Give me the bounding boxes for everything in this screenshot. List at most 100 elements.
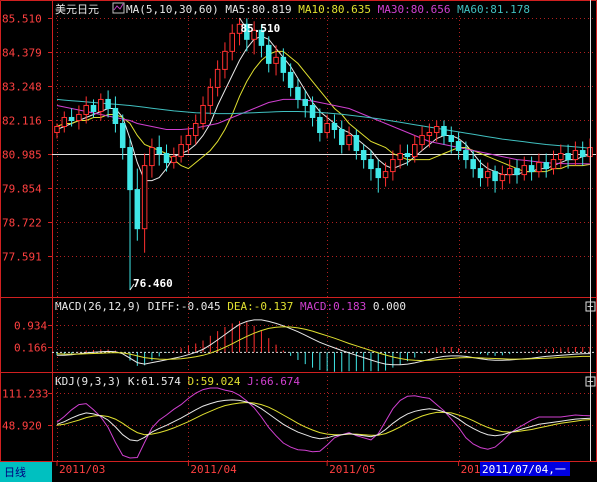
candle-body-up <box>550 159 557 170</box>
candle-body-up <box>54 125 60 134</box>
legend-item: 0.000 <box>366 300 406 313</box>
kdj-y-tick-label: 48.920 <box>2 420 42 433</box>
candle-body-up <box>185 135 192 146</box>
candle-body-up <box>397 153 403 161</box>
candle-body-down <box>134 189 141 230</box>
kdj-header: KDJ(9,3,3) K:61.574 D:59.024 J:66.674 <box>55 375 300 388</box>
candle-body-down <box>68 116 75 121</box>
candle-body-down <box>112 107 119 124</box>
candle-body-up <box>324 122 330 134</box>
candle-body-up <box>412 144 418 158</box>
candle-body-down <box>317 116 323 134</box>
macd-y-tick-label: 0.934 <box>14 320 47 333</box>
price-y-tick-label: 82.116 <box>2 115 42 128</box>
candle-body-down <box>90 104 97 112</box>
candle-body-up <box>273 56 279 64</box>
candle-body-up <box>76 113 82 121</box>
price-y-tick-label: 80.985 <box>2 149 42 162</box>
kdj-legend: KDJ(9,3,3) K:61.574 D:59.024 J:66.674 <box>55 375 300 388</box>
candle-body-down <box>368 159 374 170</box>
candle-body-up <box>83 104 89 115</box>
candle-body-down <box>163 153 170 164</box>
candle-body-up <box>426 132 433 137</box>
candle-body-up <box>485 171 491 179</box>
candle-body-up <box>419 135 425 146</box>
candle-body-down <box>528 165 535 173</box>
candle-body-down <box>565 153 571 161</box>
candle-body-down <box>287 71 294 88</box>
candle-body-down <box>514 168 520 176</box>
candle-body-down <box>470 159 476 170</box>
candle-body-up <box>149 147 155 167</box>
legend-item: DIFF:-0.045 <box>141 300 220 313</box>
macd-legend: MACD(26,12,9) DIFF:-0.045 DEA:-0.137 MAC… <box>55 300 406 313</box>
candle-body-down <box>119 122 126 149</box>
cursor-date-label: 2011/07/04,一 <box>482 463 566 476</box>
price-y-tick-label: 78.722 <box>2 217 42 230</box>
candle-body-up <box>171 156 177 164</box>
kdj-y-tick-label: 111.233 <box>2 388 48 401</box>
legend-item: MA10:80.635 <box>292 3 371 16</box>
candle-body-up <box>229 32 235 52</box>
candle-body-up <box>499 174 506 182</box>
candle-body-up <box>390 159 396 173</box>
candle-body-down <box>331 122 338 131</box>
price-y-tick-label: 85.510 <box>2 13 42 26</box>
legend-item: MA5:80.819 <box>219 3 292 16</box>
candle-body-up <box>433 125 440 134</box>
candle-body-down <box>265 44 272 64</box>
legend-item: J:66.674 <box>240 375 300 388</box>
macd-header: MACD(26,12,9) DIFF:-0.045 DEA:-0.137 MAC… <box>55 300 406 313</box>
legend-item: MA60:81.178 <box>451 3 530 16</box>
chart-background <box>0 0 597 482</box>
candle-body-up <box>506 168 513 176</box>
forex-chart[interactable]: 美元日元 MA(5,10,30,60) MA5:80.819 MA10:80.6… <box>0 0 597 482</box>
ma-legend: MA(5,10,30,60) MA5:80.819 MA10:80.635 MA… <box>126 3 530 16</box>
candle-body-down <box>543 162 549 170</box>
period-tab-label: 日线 <box>4 465 26 479</box>
low-price-label: 76.460 <box>133 277 173 290</box>
x-tick-label: 2011/03 <box>59 463 105 476</box>
candle-body-down <box>404 153 411 158</box>
legend-item: MACD(26,12,9) <box>55 300 141 313</box>
x-tick-label: 2011/04 <box>190 463 237 476</box>
legend-item: MA(5,10,30,60) <box>126 3 219 16</box>
candle-body-down <box>455 141 462 152</box>
candle-body-up <box>346 135 352 146</box>
cursor-date-box: 2011/07/04,一 <box>480 462 570 476</box>
candle-body-up <box>558 153 564 161</box>
candle-body-down <box>360 150 367 161</box>
candle-body-up <box>61 116 68 127</box>
candle-body-down <box>105 98 111 109</box>
candle-body-down <box>309 104 316 118</box>
instrument-title: 美元日元 <box>55 3 99 16</box>
legend-item: MACD:0.183 <box>293 300 366 313</box>
candle-body-up <box>521 165 528 176</box>
candle-body-down <box>338 129 345 146</box>
candle-body-up <box>214 68 221 88</box>
candle-body-up <box>178 144 184 158</box>
price-y-tick-label: 77.591 <box>2 251 42 264</box>
high-price-label: 85.510 <box>241 22 281 35</box>
legend-item: D:59.024 <box>181 375 241 388</box>
candle-body-down <box>492 171 498 182</box>
candle-body-down <box>477 168 484 179</box>
candle-body-down <box>375 168 382 179</box>
period-tab[interactable]: 日线 <box>0 462 52 482</box>
candle-body-up <box>200 104 206 124</box>
legend-item: DEA:-0.137 <box>221 300 294 313</box>
price-y-tick-label: 83.248 <box>2 81 42 94</box>
legend-item: K:61.574 <box>121 375 181 388</box>
candle-body-down <box>280 56 287 73</box>
legend-item: KDJ(9,3,3) <box>55 375 121 388</box>
candle-body-up <box>98 98 104 112</box>
candle-body-down <box>448 135 455 143</box>
candle-body-down <box>441 125 447 137</box>
candle-body-up <box>382 171 389 179</box>
x-tick-label: 2011/05 <box>329 463 375 476</box>
candle-body-up <box>222 50 228 70</box>
legend-item: MA30:80.656 <box>371 3 450 16</box>
candle-body-down <box>579 150 586 158</box>
candle-body-down <box>302 98 309 106</box>
macd-y-tick-label: 0.166 <box>14 342 47 355</box>
